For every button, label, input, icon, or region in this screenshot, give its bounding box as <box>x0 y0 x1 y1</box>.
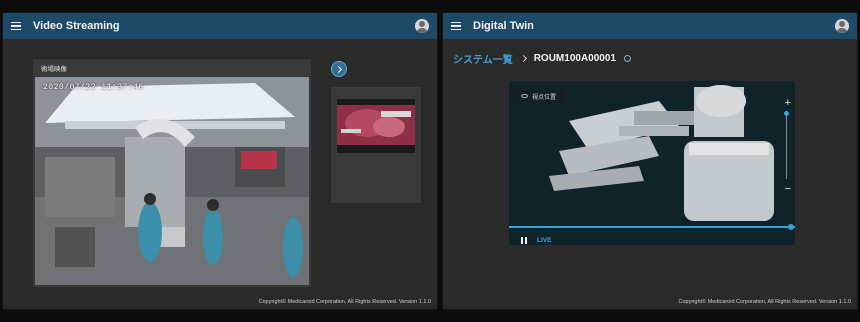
breadcrumb-current-system: ROUM100A00001 <box>533 53 616 64</box>
camera-timestamp: 2020/07/22 11:37:46 <box>43 83 144 92</box>
pause-icon[interactable] <box>521 237 528 244</box>
camera-label: 術場映像 <box>41 66 67 73</box>
operating-room-image <box>35 77 309 285</box>
zoom-in-button[interactable]: + <box>785 97 791 109</box>
timeline-handle[interactable] <box>788 224 794 230</box>
video-appbar: Video Streaming <box>3 13 437 39</box>
chevron-right-icon <box>519 54 527 63</box>
hamburger-menu-icon[interactable] <box>443 13 469 39</box>
playback-timeline[interactable] <box>509 226 795 228</box>
eye-icon <box>521 94 528 98</box>
camera-card[interactable]: 術場映像 2020/07/22 11:37:46 <box>33 59 311 287</box>
live-indicator: LIVE <box>537 237 552 244</box>
zoom-slider-handle[interactable] <box>784 111 789 116</box>
copyright-footer: Copyright© Medicaroid Corporation, All R… <box>258 299 432 305</box>
breadcrumb: システム一覧 ROUM100A00001 <box>453 51 631 66</box>
zoom-slider[interactable] <box>786 111 787 179</box>
viewpoint-label: 視点位置 <box>532 94 557 101</box>
zoom-out-button[interactable]: − <box>785 183 791 195</box>
breadcrumb-system-list-link[interactable]: システム一覧 <box>453 51 513 66</box>
app-root: Video Streaming 術場映像 2020/07/22 11:37:46… <box>0 0 860 322</box>
next-camera-button[interactable] <box>331 61 347 77</box>
video-panel-title: Video Streaming <box>33 20 120 32</box>
endoscope-image <box>337 99 415 153</box>
video-streaming-panel: Video Streaming 術場映像 2020/07/22 11:37:46… <box>2 12 438 310</box>
robot-3d-model <box>509 81 795 245</box>
twin-panel-title: Digital Twin <box>473 20 534 32</box>
user-avatar-icon[interactable] <box>415 19 429 33</box>
digital-twin-viewport[interactable]: 視点位置 + − LIVE <box>509 81 795 245</box>
digital-twin-panel: Digital Twin システム一覧 ROUM100A00001 視点位置 +… <box>442 12 858 310</box>
twin-appbar: Digital Twin <box>443 13 857 39</box>
camera-feed[interactable]: 2020/07/22 11:37:46 <box>35 77 309 285</box>
viewpoint-selector[interactable]: 視点位置 <box>513 89 565 103</box>
camera-thumbnail[interactable] <box>337 99 415 153</box>
camera-thumbnail-card[interactable] <box>331 87 421 203</box>
user-avatar-icon[interactable] <box>835 19 849 33</box>
hamburger-menu-icon[interactable] <box>3 13 29 39</box>
copyright-footer: Copyright© Medicaroid Corporation, All R… <box>678 299 852 305</box>
info-icon[interactable] <box>623 55 631 62</box>
